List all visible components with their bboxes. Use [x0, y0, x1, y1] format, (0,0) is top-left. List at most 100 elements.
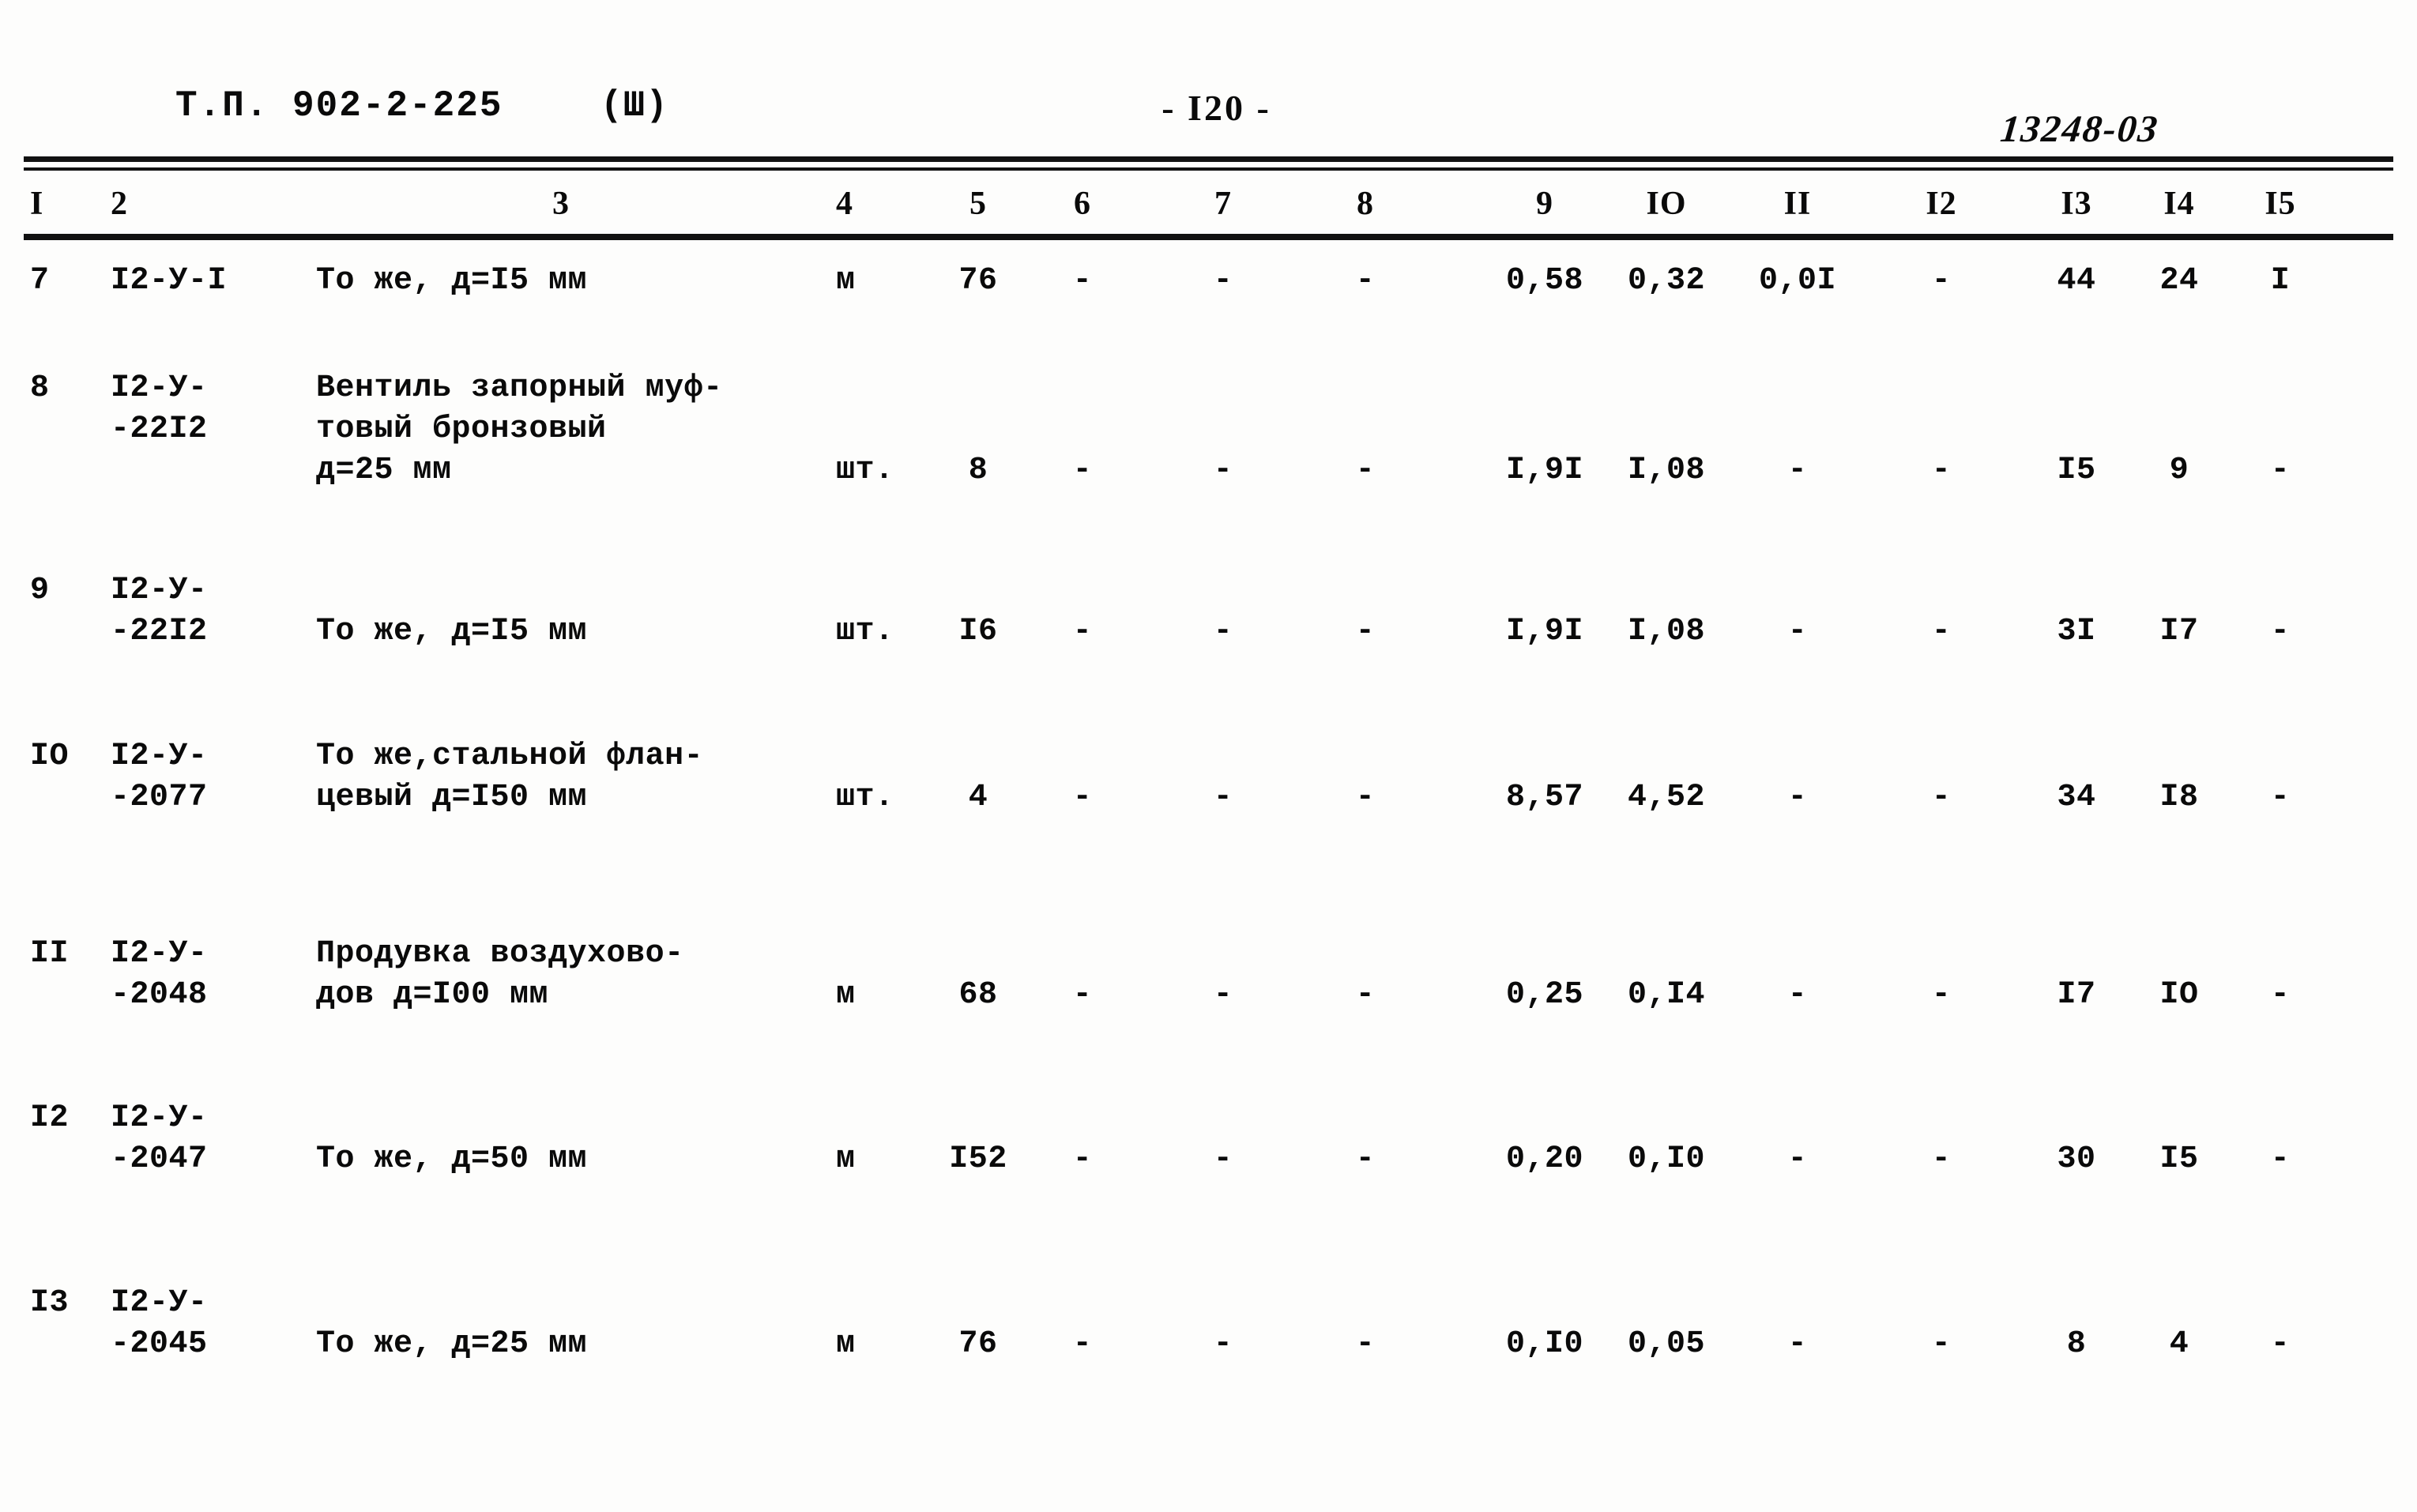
row-unit: м — [836, 977, 856, 1013]
row-unit: м — [836, 263, 856, 299]
row-value-9: 0,I0 — [1505, 1326, 1583, 1362]
row-value-8: - — [1355, 780, 1376, 815]
row-value-12: - — [1931, 780, 1952, 815]
row-value-13: I7 — [2057, 977, 2096, 1013]
row-unit: м — [836, 1326, 856, 1362]
row-value-9: 0,20 — [1505, 1142, 1583, 1177]
column-header-5: 5 — [969, 186, 987, 222]
column-header-12: I2 — [1926, 186, 1957, 222]
row-value-6: - — [1072, 780, 1093, 815]
row-value-9: 0,58 — [1505, 263, 1583, 299]
header-rule-top — [24, 156, 2393, 162]
row-description: Продувка воздухово- — [316, 936, 684, 972]
row-description-2: цевый д=I50 мм — [316, 780, 588, 815]
row-number: I2 — [30, 1100, 70, 1136]
row-item-code-2: -2047 — [111, 1142, 208, 1177]
row-value-12: - — [1931, 453, 1952, 488]
row-value-11: - — [1787, 1142, 1808, 1177]
row-item-code: I2-У- — [111, 370, 208, 406]
row-value-7: - — [1213, 1142, 1233, 1177]
column-header-8: 8 — [1357, 186, 1374, 222]
row-number: 9 — [30, 573, 50, 608]
row-value-8: - — [1355, 263, 1376, 299]
row-description-3: д=25 мм — [316, 453, 452, 488]
row-description: То же, д=I5 мм — [316, 263, 588, 299]
row-description-2: дов д=I00 мм — [316, 977, 549, 1013]
row-value-14: 24 — [2159, 263, 2199, 299]
row-value-9: 0,25 — [1505, 977, 1583, 1013]
row-description-2: товый бронзовый — [316, 412, 607, 447]
row-item-code-2: -2048 — [111, 977, 208, 1013]
row-value-6: - — [1072, 453, 1093, 488]
page-header: Т.П. 902-2-225 (Ш) - I20 - 13248-03 — [0, 85, 2417, 150]
row-value-13: I5 — [2057, 453, 2096, 488]
row-value-14: 4 — [2169, 1326, 2189, 1362]
row-quantity: I6 — [958, 614, 998, 649]
row-description: Вентиль запорный муф- — [316, 370, 723, 406]
row-value-6: - — [1072, 263, 1093, 299]
row-description: То же, д=50 мм — [316, 1142, 588, 1177]
row-value-15: - — [2270, 780, 2291, 815]
row-value-11: - — [1787, 977, 1808, 1013]
row-value-11: - — [1787, 453, 1808, 488]
row-value-8: - — [1355, 1326, 1376, 1362]
row-value-13: 8 — [2066, 1326, 2087, 1362]
row-item-code: I2-У- — [111, 1100, 208, 1136]
row-quantity: 68 — [958, 977, 998, 1013]
column-header-7: 7 — [1214, 186, 1232, 222]
row-value-7: - — [1213, 1326, 1233, 1362]
row-value-14: 9 — [2169, 453, 2189, 488]
row-description: То же,стальной флан- — [316, 739, 704, 774]
row-unit: м — [836, 1142, 856, 1177]
row-value-10: 0,I0 — [1627, 1142, 1705, 1177]
row-item-code-2: -22I2 — [111, 614, 208, 649]
row-number: IO — [30, 739, 70, 774]
row-value-11: 0,0I — [1758, 263, 1836, 299]
row-quantity: 8 — [968, 453, 988, 488]
row-value-13: 30 — [2057, 1142, 2096, 1177]
row-value-15: - — [2270, 977, 2291, 1013]
row-value-14: I7 — [2159, 614, 2199, 649]
column-header-1: I — [30, 186, 44, 222]
row-value-7: - — [1213, 977, 1233, 1013]
row-item-code: I2-У- — [111, 936, 208, 972]
row-value-14: IO — [2159, 977, 2199, 1013]
row-description: То же, д=25 мм — [316, 1326, 588, 1362]
row-value-9: 8,57 — [1505, 780, 1583, 815]
row-description: То же, д=I5 мм — [316, 614, 588, 649]
row-value-13: 44 — [2057, 263, 2096, 299]
column-header-rule — [24, 234, 2393, 240]
row-value-9: I,9I — [1505, 614, 1583, 649]
row-value-7: - — [1213, 263, 1233, 299]
column-header-9: 9 — [1536, 186, 1553, 222]
column-header-15: I5 — [2265, 186, 2296, 222]
row-value-8: - — [1355, 614, 1376, 649]
row-value-12: - — [1931, 1326, 1952, 1362]
row-item-code-2: -2077 — [111, 780, 208, 815]
column-header-4: 4 — [836, 186, 853, 222]
row-value-6: - — [1072, 1142, 1093, 1177]
row-value-13: 3I — [2057, 614, 2096, 649]
row-item-code: I2-У- — [111, 739, 208, 774]
archive-code: 13248-03 — [1998, 108, 2161, 150]
column-header-3: 3 — [552, 186, 570, 222]
row-value-12: - — [1931, 263, 1952, 299]
row-value-13: 34 — [2057, 780, 2096, 815]
row-unit: шт. — [836, 614, 894, 649]
row-value-12: - — [1931, 977, 1952, 1013]
scanned-page: Т.П. 902-2-225 (Ш) - I20 - 13248-03 I 2 … — [0, 0, 2417, 1512]
row-value-15: - — [2270, 453, 2291, 488]
row-value-6: - — [1072, 614, 1093, 649]
row-number: I3 — [30, 1285, 70, 1321]
row-quantity: 76 — [958, 1326, 998, 1362]
row-number: II — [30, 936, 70, 972]
row-quantity: 76 — [958, 263, 998, 299]
row-number: 8 — [30, 370, 50, 406]
row-value-15: - — [2270, 614, 2291, 649]
row-item-code-2: -22I2 — [111, 412, 208, 447]
column-header-6: 6 — [1074, 186, 1091, 222]
row-value-7: - — [1213, 614, 1233, 649]
row-value-15: I — [2270, 263, 2291, 299]
row-value-10: I,08 — [1627, 614, 1705, 649]
row-item-code: I2-У- — [111, 1285, 208, 1321]
